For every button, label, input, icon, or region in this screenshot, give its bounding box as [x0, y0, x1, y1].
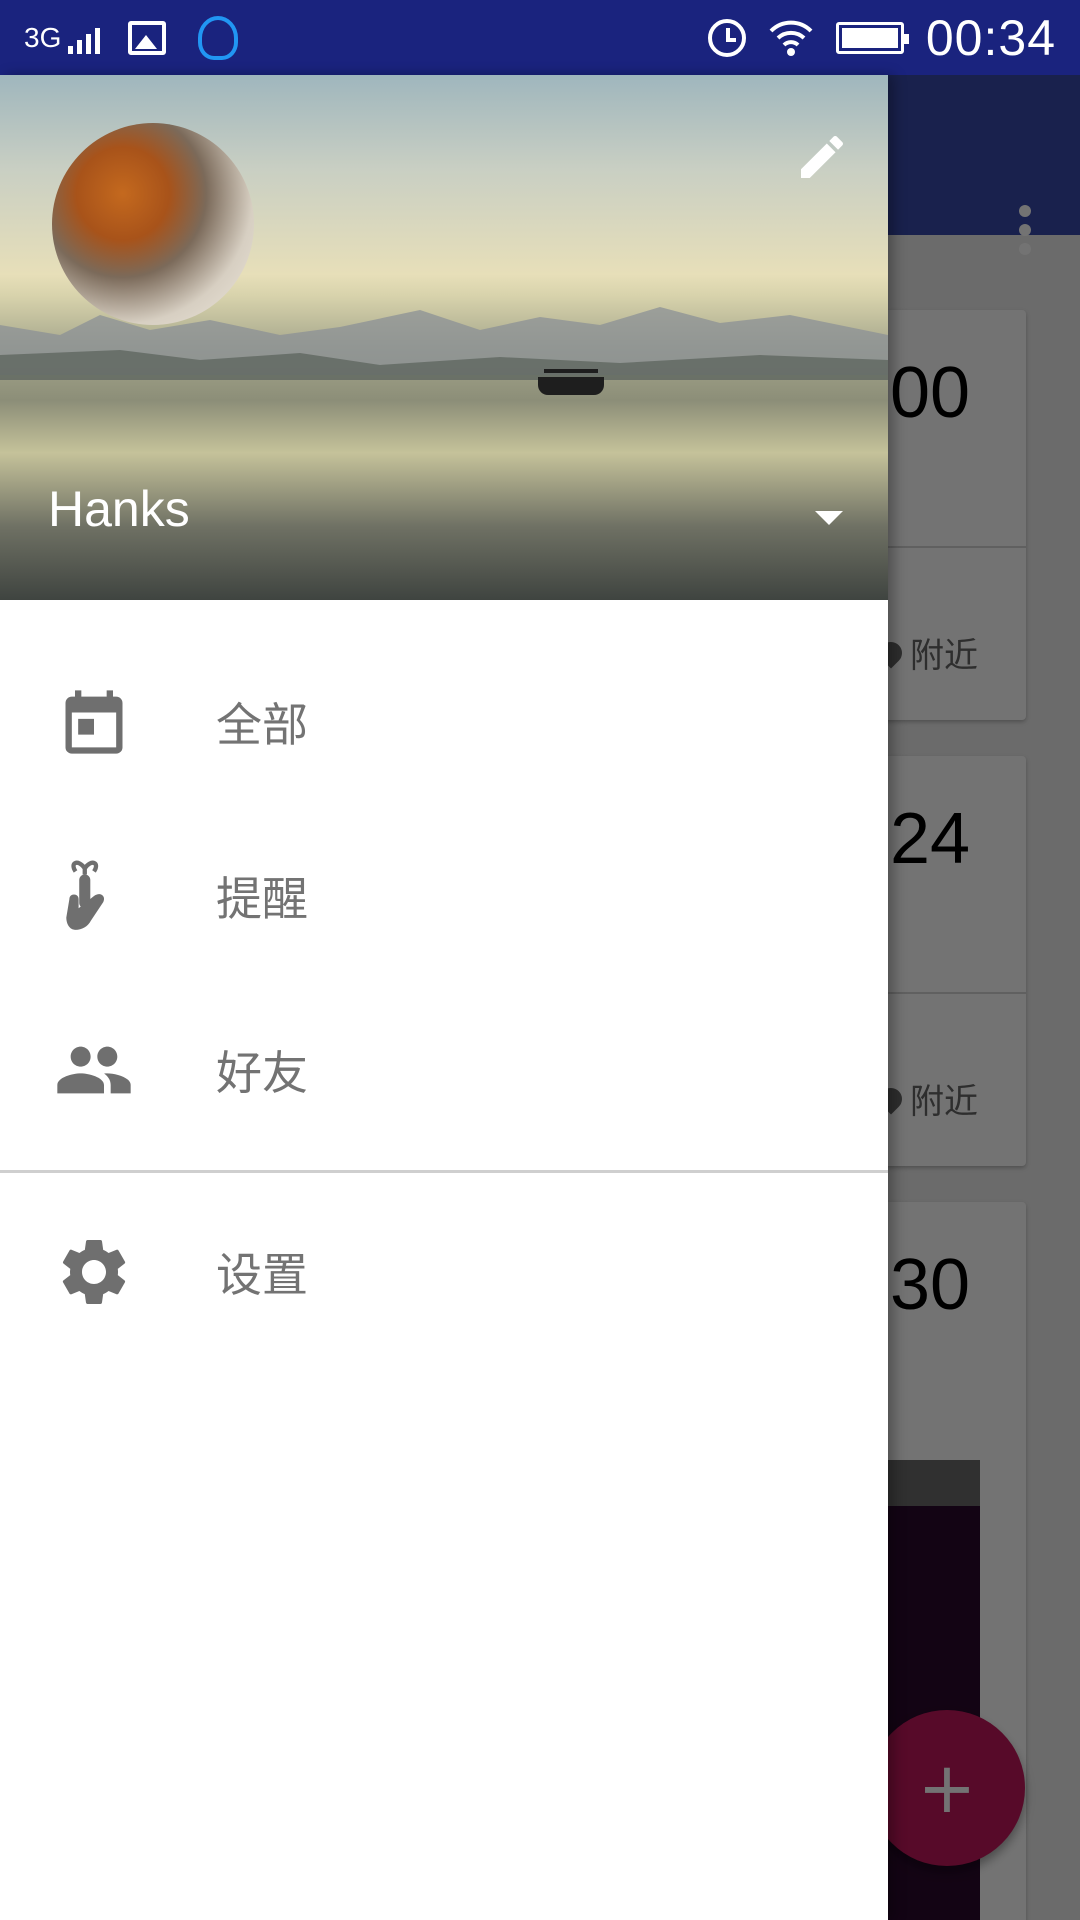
status-time: 00:34 [925, 9, 1056, 66]
drawer-divider [0, 1170, 888, 1173]
navigation-drawer: Hanks 全部 提醒 好友 设置 [0, 75, 888, 1920]
nav-item-all[interactable]: 全部 [0, 635, 888, 809]
pencil-icon [801, 135, 844, 178]
account-dropdown-button[interactable] [808, 503, 850, 533]
nav-item-label: 全部 [216, 698, 308, 752]
nav-item-friends[interactable]: 好友 [0, 983, 888, 1157]
signal-icon: 3G [24, 22, 101, 54]
nav-item-label: 好友 [216, 1046, 308, 1100]
calendar-icon [54, 682, 134, 762]
user-name: Hanks [48, 481, 190, 537]
wifi-icon [769, 20, 813, 56]
alarm-icon [707, 18, 746, 57]
arrow-drop-down-icon [815, 511, 843, 525]
nav-item-label: 提醒 [216, 872, 308, 926]
gear-icon [54, 1232, 134, 1312]
avatar[interactable] [52, 123, 254, 325]
reminder-finger-icon [54, 856, 134, 936]
nav-list: 全部 提醒 好友 [0, 635, 888, 1157]
drawer-header: Hanks [0, 75, 888, 600]
people-icon [54, 1030, 134, 1110]
nav-item-settings[interactable]: 设置 [0, 1185, 888, 1359]
battery-icon [835, 21, 909, 54]
image-notification-icon [128, 20, 167, 55]
nav-item-label: 设置 [216, 1248, 308, 1302]
screen: 00 附近 24 附近 30 + 3G [0, 0, 1080, 1920]
nav-item-reminder[interactable]: 提醒 [0, 809, 888, 983]
edit-button[interactable] [790, 125, 854, 189]
qq-icon [198, 15, 239, 60]
status-bar: 3G 00:34 [0, 0, 1080, 75]
boat-silhouette [538, 369, 604, 395]
